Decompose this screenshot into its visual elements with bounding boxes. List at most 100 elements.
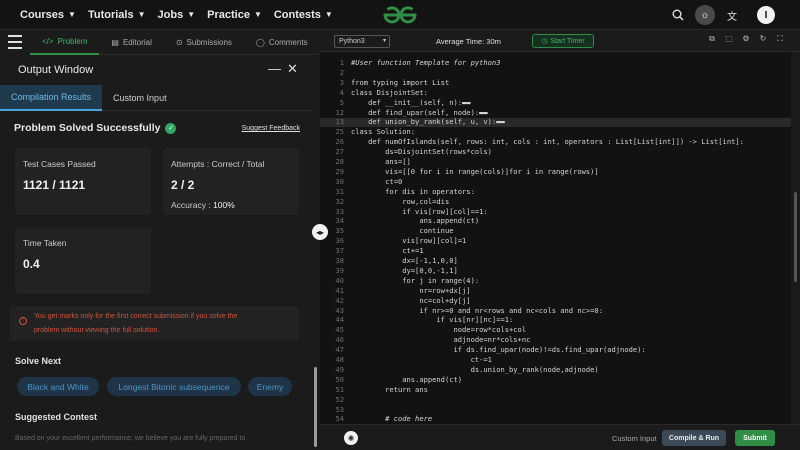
main-menu: Courses ▼ Tutorials ▼ Jobs ▼ Practice ▼ Cont… — [20, 9, 345, 21]
tab-label: Problem — [57, 36, 88, 46]
code-line[interactable]: 38 dx=[-1,1,0,0] — [320, 256, 791, 266]
search-icon[interactable] — [667, 4, 689, 26]
tab-label: Editorial — [122, 37, 152, 47]
expand-icon[interactable]: ⬚ — [721, 34, 737, 44]
code-line[interactable]: 25 class Solution: — [320, 127, 791, 137]
tab-submissions[interactable]: ⊙ Submissions — [164, 30, 244, 55]
translate-icon[interactable]: 文 — [721, 4, 743, 26]
code-line[interactable]: 2 — [320, 68, 791, 78]
settings-icon[interactable]: ⚙ — [738, 34, 754, 44]
code-line[interactable]: 53 — [320, 405, 791, 415]
code-line[interactable]: 28 ans=[] — [320, 157, 791, 167]
editor-scrollbar[interactable] — [791, 52, 800, 424]
accuracy-label: Accuracy : — [171, 200, 211, 210]
solve-next-chip[interactable]: Longest Bitonic subsequence — [107, 377, 241, 396]
tab-editorial[interactable]: ▤ Editorial — [99, 30, 163, 55]
tab-compilation-results[interactable]: Compilation Results — [0, 85, 103, 111]
code-line[interactable]: 50 ans.append(ct) — [320, 375, 791, 385]
code-line[interactable]: 54 # code here — [320, 415, 791, 424]
line-number: 49 — [335, 364, 344, 374]
chevron-down-icon: ▼ — [68, 10, 76, 19]
tab-problem[interactable]: </> Problem — [30, 30, 100, 55]
nav-contests[interactable]: Contests ▼ — [274, 9, 333, 21]
start-timer-button[interactable]: ◷ Start Timer — [532, 34, 594, 48]
line-number: 42 — [335, 295, 344, 305]
nav-practice[interactable]: Practice ▼ — [207, 9, 262, 21]
code-line[interactable]: 1 #User function Template for python3 — [320, 58, 791, 68]
code-editor[interactable]: 1 #User function Template for python3 2 3 fr… — [320, 52, 791, 424]
code-line[interactable]: 3 from typing import List — [320, 77, 791, 88]
close-icon[interactable]: ✕ — [287, 61, 298, 77]
code-line[interactable]: 30 ct=0 — [320, 177, 791, 187]
code-line[interactable]: 32 row,col=dis — [320, 197, 791, 207]
code-line[interactable]: 33 if vis[row][col]==1: — [320, 207, 791, 217]
chevron-down-icon: ▾ — [382, 38, 386, 44]
tab-custom-input[interactable]: Custom Input — [102, 85, 178, 111]
custom-input-toggle[interactable]: Custom Input — [612, 434, 657, 443]
code-line[interactable]: 35 continue — [320, 226, 791, 236]
code-line[interactable]: 44 if vis[nr][nc]==1: — [320, 316, 791, 325]
code-line[interactable]: 52 — [320, 395, 791, 405]
line-number: 13 — [335, 117, 344, 127]
code-line[interactable]: 12 def find_upar(self, node):▬▬ — [320, 108, 791, 118]
nav-label: Tutorials — [87, 8, 134, 21]
code-line[interactable]: 27 ds=DisjointSet(rows*cols) — [320, 147, 791, 157]
hamburger-menu-button[interactable] — [0, 29, 30, 55]
code-line[interactable]: 4 class DisjointSet: — [320, 88, 791, 98]
compile-run-button[interactable]: Compile & Run — [662, 430, 726, 446]
code-line[interactable]: 13 def union_by_rank(self, u, v):▬▬ — [320, 117, 791, 128]
resize-handle-icon[interactable]: ◂▸ — [312, 224, 328, 240]
solve-next-chip[interactable]: Black and White — [17, 377, 99, 396]
gfg-logo-icon[interactable] — [381, 4, 419, 26]
code-line[interactable]: 41 nr=row+dx[j] — [320, 286, 791, 296]
chevron-down-icon: ▼ — [137, 10, 146, 19]
check-circle-icon: ✓ — [165, 122, 177, 134]
line-number: 28 — [335, 157, 344, 166]
code-line[interactable]: 37 ct+=1 — [320, 246, 791, 256]
code-text: return ans — [351, 384, 428, 394]
code-line[interactable]: 46 adjnode=nr*cols+nc — [320, 335, 791, 345]
language-select[interactable]: Python3 ▾ — [334, 35, 390, 48]
chevron-down-icon: ▼ — [187, 10, 196, 19]
info-icon: ! — [19, 317, 27, 325]
theme-toggle-button[interactable]: ☼ — [695, 5, 715, 25]
code-line[interactable]: 42 nc=col+dy[j] — [320, 295, 791, 306]
code-text: def __init__(self, n):▬▬ — [351, 97, 471, 107]
nav-tutorials[interactable]: Tutorials ▼ — [88, 9, 146, 21]
left-panel-scrollbar[interactable] — [311, 55, 320, 450]
code-line[interactable]: 29 vis=[[0 for i in range(cols)]for i in… — [320, 167, 791, 177]
code-line[interactable]: 51 return ans — [320, 384, 791, 395]
code-text: continue — [351, 226, 454, 236]
code-line[interactable]: 31 for dis in operators: — [320, 187, 791, 197]
output-subtabs: Compilation Results Custom Input — [0, 85, 311, 111]
code-line[interactable]: 48 ct-=1 — [320, 355, 791, 365]
code-line[interactable]: 45 node=row*cols+col — [320, 325, 791, 335]
code-line[interactable]: 47 if ds.find_upar(node)!=ds.find_upar(a… — [320, 345, 791, 355]
scrollbar-thumb[interactable] — [794, 192, 797, 282]
code-line[interactable]: 26 def numOfIslands(self, rows: int, col… — [320, 137, 791, 147]
submit-button[interactable]: Submit — [735, 430, 775, 446]
code-line[interactable]: 39 dy=[0,0,-1,1] — [320, 266, 791, 276]
solve-next-chip[interactable]: Enemy — [248, 377, 292, 396]
lightbulb-icon[interactable]: ✺ — [344, 431, 358, 445]
suggest-feedback-link[interactable]: Suggest Feedback — [242, 125, 300, 132]
reset-icon[interactable]: ↻ — [755, 34, 771, 44]
warning-line-1: You get marks only for the first correct… — [34, 313, 238, 320]
nav-jobs[interactable]: Jobs ▼ — [158, 9, 196, 21]
code-line[interactable]: 49 ds.union_by_rank(node,adjnode) — [320, 364, 791, 375]
code-line[interactable]: 36 vis[row][col]=1 — [320, 236, 791, 246]
nav-courses[interactable]: Courses ▼ — [20, 9, 76, 21]
tab-comments[interactable]: ◯ Comments — [244, 30, 320, 55]
fullscreen-icon[interactable]: ⛶ — [772, 34, 788, 44]
minimize-icon[interactable]: — — [268, 61, 281, 76]
code-text: ct-=1 — [351, 355, 492, 364]
code-line[interactable]: 43 if nr>=0 and nr<rows and nc<cols and … — [320, 306, 791, 316]
avatar[interactable]: I — [757, 6, 775, 24]
line-number: 3 — [339, 77, 344, 87]
code-text: ans.append(ct) — [351, 216, 480, 226]
scrollbar-thumb[interactable] — [314, 367, 317, 447]
copy-icon[interactable]: ⧉ — [704, 34, 720, 44]
code-line[interactable]: 5 def __init__(self, n):▬▬ — [320, 97, 791, 108]
code-line[interactable]: 34 ans.append(ct) — [320, 217, 791, 226]
code-line[interactable]: 40 for j in range(4): — [320, 276, 791, 286]
